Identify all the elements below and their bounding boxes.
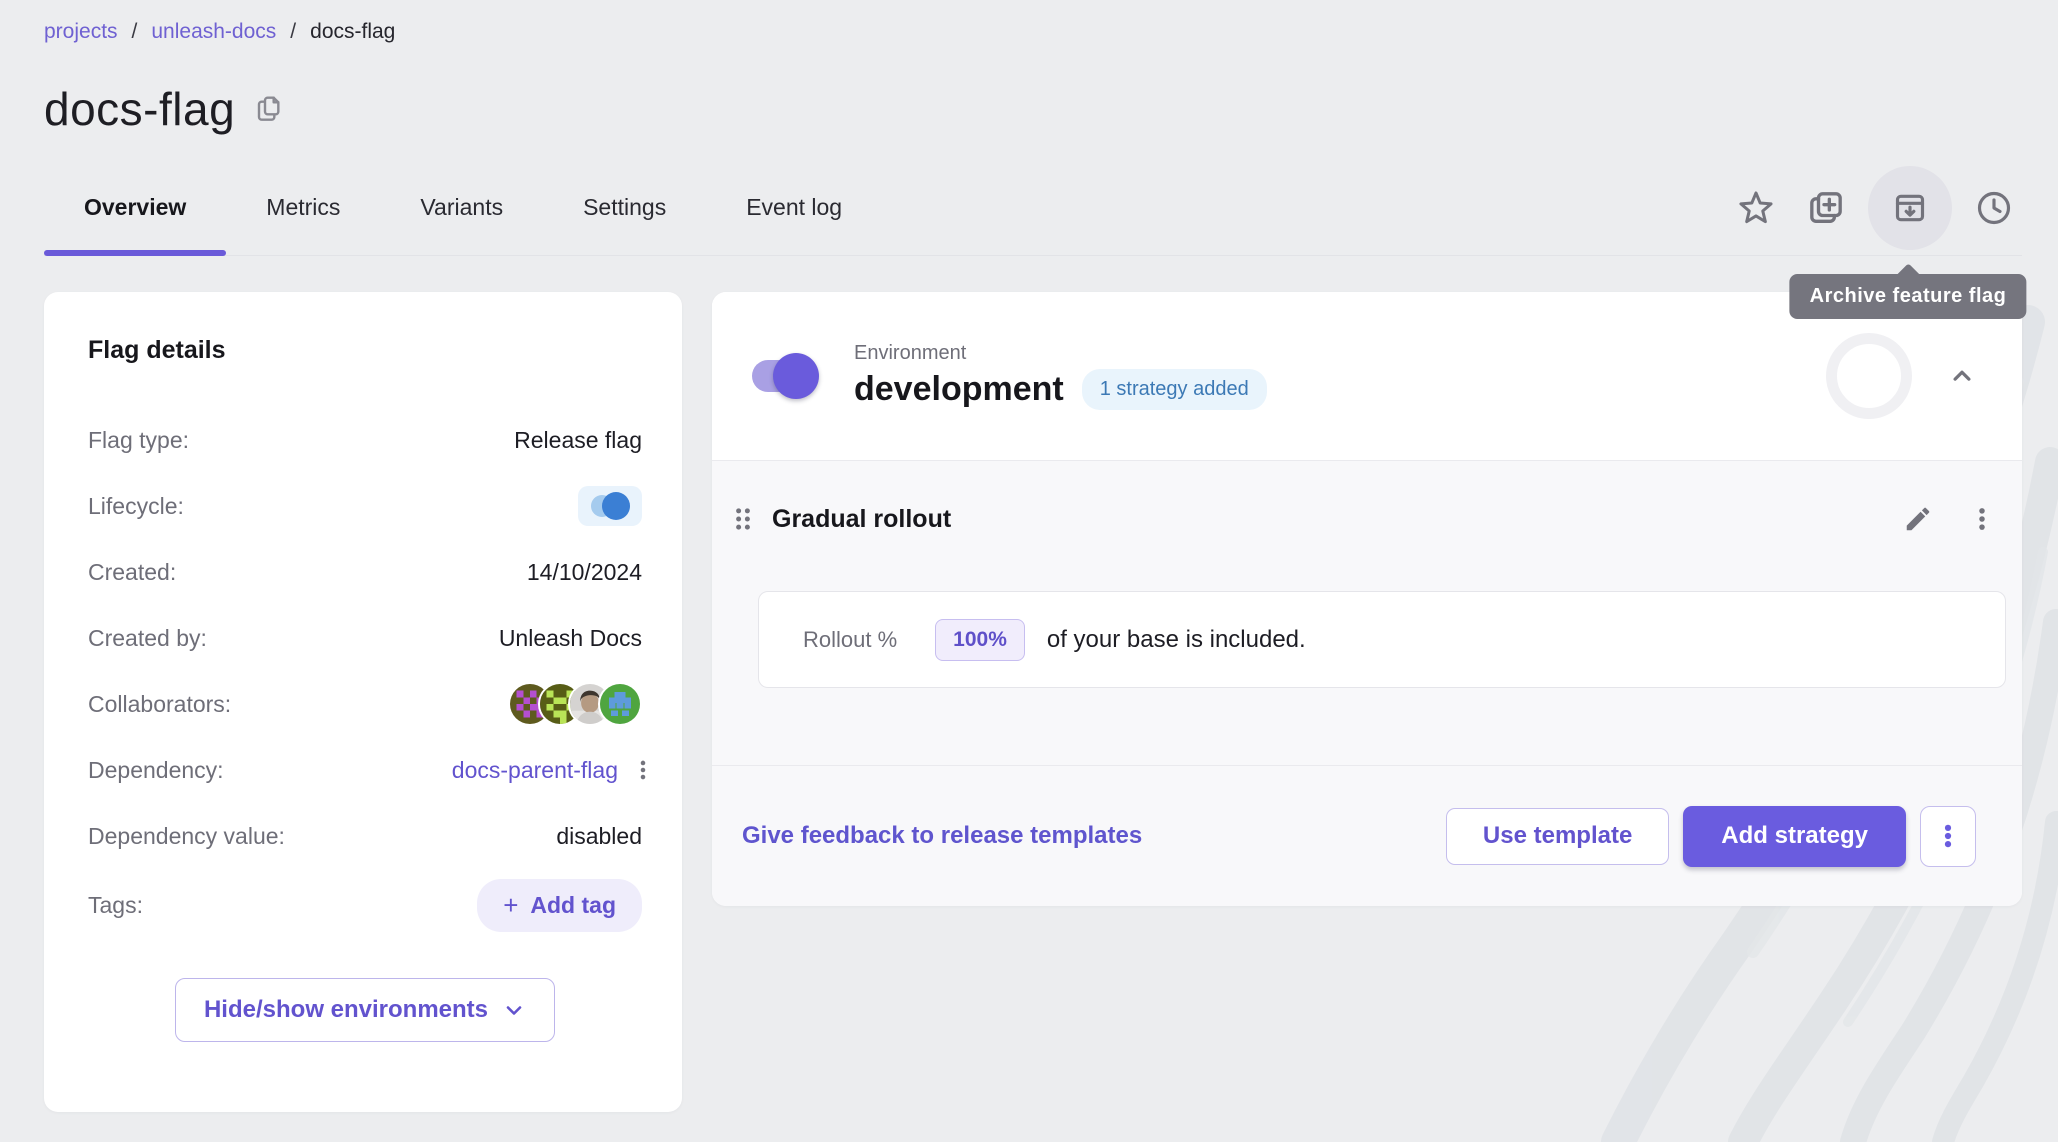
lifecycle-dot-dark (602, 492, 630, 520)
dependency-value-label: Dependency value: (88, 823, 285, 850)
title-row: docs-flag (44, 82, 2022, 136)
content: Flag details Flag type: Release flag Lif… (44, 292, 2022, 1112)
strategy-title: Gradual rollout (772, 505, 951, 534)
drag-handle-icon[interactable] (728, 504, 758, 534)
copy-plus-icon (1806, 188, 1846, 228)
strategy-header: Gradual rollout (712, 461, 2022, 541)
collaborators-row: Collaborators: (88, 681, 642, 727)
history-button[interactable] (1966, 180, 2022, 236)
add-tag-label: Add tag (530, 892, 616, 919)
environment-body: Gradual rollout (712, 461, 2022, 906)
plus-icon: + (503, 890, 518, 921)
copy-name-button[interactable] (253, 93, 285, 125)
created-value: 14/10/2024 (527, 559, 642, 586)
archive-button[interactable] (1868, 166, 1952, 250)
rollout-label: Rollout % (803, 627, 897, 653)
chevron-up-icon (1947, 361, 1977, 391)
avatar (598, 682, 642, 726)
breadcrumb-separator: / (132, 20, 138, 44)
page-title: docs-flag (44, 82, 235, 136)
tags-row: Tags: + Add tag (88, 879, 642, 932)
tab-overview[interactable]: Overview (44, 160, 226, 255)
add-tag-button[interactable]: + Add tag (477, 879, 642, 932)
dependency-row: Dependency: docs-parent-flag (88, 747, 642, 793)
environment-card: Environment development 1 strategy added (712, 292, 2022, 906)
feature-flag-page: projects / unleash-docs / docs-flag docs… (0, 0, 2058, 1112)
tab-variants[interactable]: Variants (380, 160, 543, 255)
rollout-summary-box: Rollout % 100% of your base is included. (758, 591, 2006, 688)
copy-to-new-flag-button[interactable] (1798, 180, 1854, 236)
edit-strategy-button[interactable] (1896, 497, 1940, 541)
tab-event-log[interactable]: Event log (706, 160, 882, 255)
toggle-thumb (773, 353, 819, 399)
flag-action-icons: Archive feature flag (1728, 166, 2022, 250)
tab-settings[interactable]: Settings (543, 160, 706, 255)
dependency-value-row: Dependency value: disabled (88, 813, 642, 859)
strategy-menu-button[interactable] (1960, 497, 2004, 541)
dependency-menu-button[interactable] (630, 757, 656, 783)
tags-label: Tags: (88, 892, 143, 919)
kebab-menu-icon (1967, 504, 1997, 534)
flag-details-card: Flag details Flag type: Release flag Lif… (44, 292, 682, 1112)
clock-icon (1974, 188, 2014, 228)
flag-details-heading: Flag details (88, 336, 642, 365)
lifecycle-stage-icon[interactable] (578, 486, 642, 526)
collaborator-avatars (508, 682, 642, 726)
archive-icon (1890, 188, 1930, 228)
dependency-value-value: disabled (556, 823, 642, 850)
dependency-label: Dependency: (88, 757, 224, 784)
pencil-icon (1903, 504, 1933, 534)
lifecycle-row: Lifecycle: (88, 483, 642, 529)
flag-type-value: Release flag (514, 427, 642, 454)
flag-type-row: Flag type: Release flag (88, 417, 642, 463)
chevron-down-icon (502, 998, 526, 1022)
lifecycle-label: Lifecycle: (88, 493, 184, 520)
environment-label: Environment (854, 342, 1267, 365)
hide-show-label: Hide/show environments (204, 996, 488, 1024)
tabs-row: Overview Metrics Variants Settings Event… (44, 160, 2022, 256)
hide-show-environments-button[interactable]: Hide/show environments (175, 978, 555, 1042)
created-by-value: Unleash Docs (499, 625, 642, 652)
created-by-row: Created by: Unleash Docs (88, 615, 642, 661)
environment-footer: Give feedback to release templates Use t… (712, 765, 2022, 906)
collaborators-label: Collaborators: (88, 691, 231, 718)
copy-icon (253, 93, 285, 125)
breadcrumb: projects / unleash-docs / docs-flag (44, 20, 2022, 44)
flag-type-label: Flag type: (88, 427, 189, 454)
breadcrumb-current: docs-flag (310, 20, 395, 44)
dependency-link[interactable]: docs-parent-flag (452, 757, 618, 784)
more-strategy-options-button[interactable] (1920, 806, 1976, 867)
strategy-count-badge: 1 strategy added (1082, 369, 1267, 410)
feedback-link[interactable]: Give feedback to release templates (742, 822, 1142, 850)
kebab-menu-icon (1933, 821, 1963, 851)
use-template-button[interactable]: Use template (1446, 808, 1669, 865)
tabs: Overview Metrics Variants Settings Event… (44, 160, 882, 255)
metrics-donut (1826, 333, 1912, 419)
kebab-menu-icon (630, 757, 656, 783)
environment-name: development (854, 370, 1064, 409)
environment-toggle[interactable] (752, 360, 814, 392)
add-strategy-button[interactable]: Add strategy (1683, 806, 1906, 867)
tab-metrics[interactable]: Metrics (226, 160, 380, 255)
archive-tooltip: Archive feature flag (1790, 274, 2027, 319)
collapse-environment-button[interactable] (1938, 352, 1986, 400)
created-row: Created: 14/10/2024 (88, 549, 642, 595)
favorite-button[interactable] (1728, 180, 1784, 236)
created-by-label: Created by: (88, 625, 207, 652)
breadcrumb-separator: / (290, 20, 296, 44)
breadcrumb-project-link[interactable]: unleash-docs (151, 20, 276, 44)
breadcrumb-projects-link[interactable]: projects (44, 20, 118, 44)
created-label: Created: (88, 559, 176, 586)
rollout-value-badge: 100% (935, 619, 1025, 661)
star-icon (1737, 189, 1775, 227)
rollout-suffix: of your base is included. (1047, 626, 1306, 654)
